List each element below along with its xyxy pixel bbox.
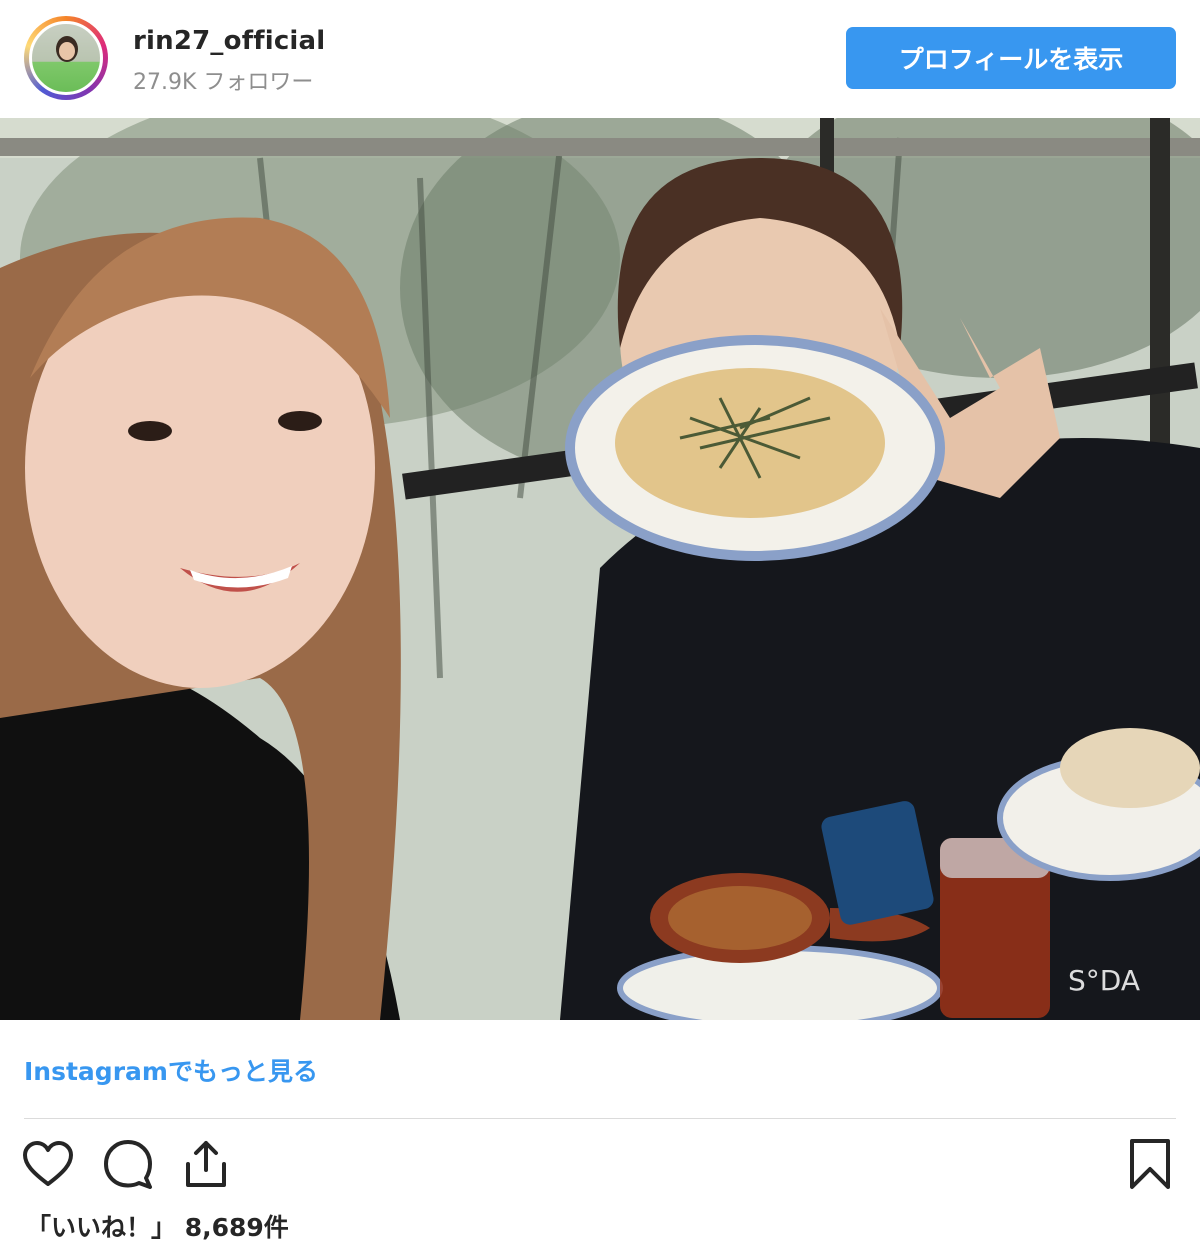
view-profile-button[interactable]: プロフィールを表示: [846, 27, 1176, 89]
post-photo[interactable]: S°DA: [0, 118, 1200, 1020]
divider: [24, 1118, 1176, 1119]
photo-illustration: S°DA: [0, 118, 1200, 1020]
username[interactable]: rin27_official: [133, 26, 325, 56]
bookmark-icon: [1130, 1139, 1170, 1189]
photo-watermark: S°DA: [1068, 964, 1140, 997]
view-more-on-instagram-link[interactable]: Instagramでもっと見る: [24, 1052, 318, 1088]
like-count[interactable]: 「いいね！」 8,689件: [26, 1208, 289, 1244]
avatar-story-ring[interactable]: [24, 16, 108, 100]
post-header: rin27_official 27.9K フォロワー プロフィールを表示: [0, 0, 1200, 118]
save-button[interactable]: [1122, 1136, 1178, 1192]
follower-count: 27.9K フォロワー: [133, 70, 314, 95]
avatar[interactable]: [29, 21, 103, 95]
comment-icon: [104, 1140, 152, 1189]
share-button[interactable]: [178, 1136, 234, 1192]
action-bar: [0, 1130, 1200, 1200]
comment-button[interactable]: [100, 1136, 156, 1192]
share-icon: [186, 1141, 226, 1187]
heart-icon: [23, 1141, 73, 1186]
like-button[interactable]: [20, 1136, 76, 1192]
